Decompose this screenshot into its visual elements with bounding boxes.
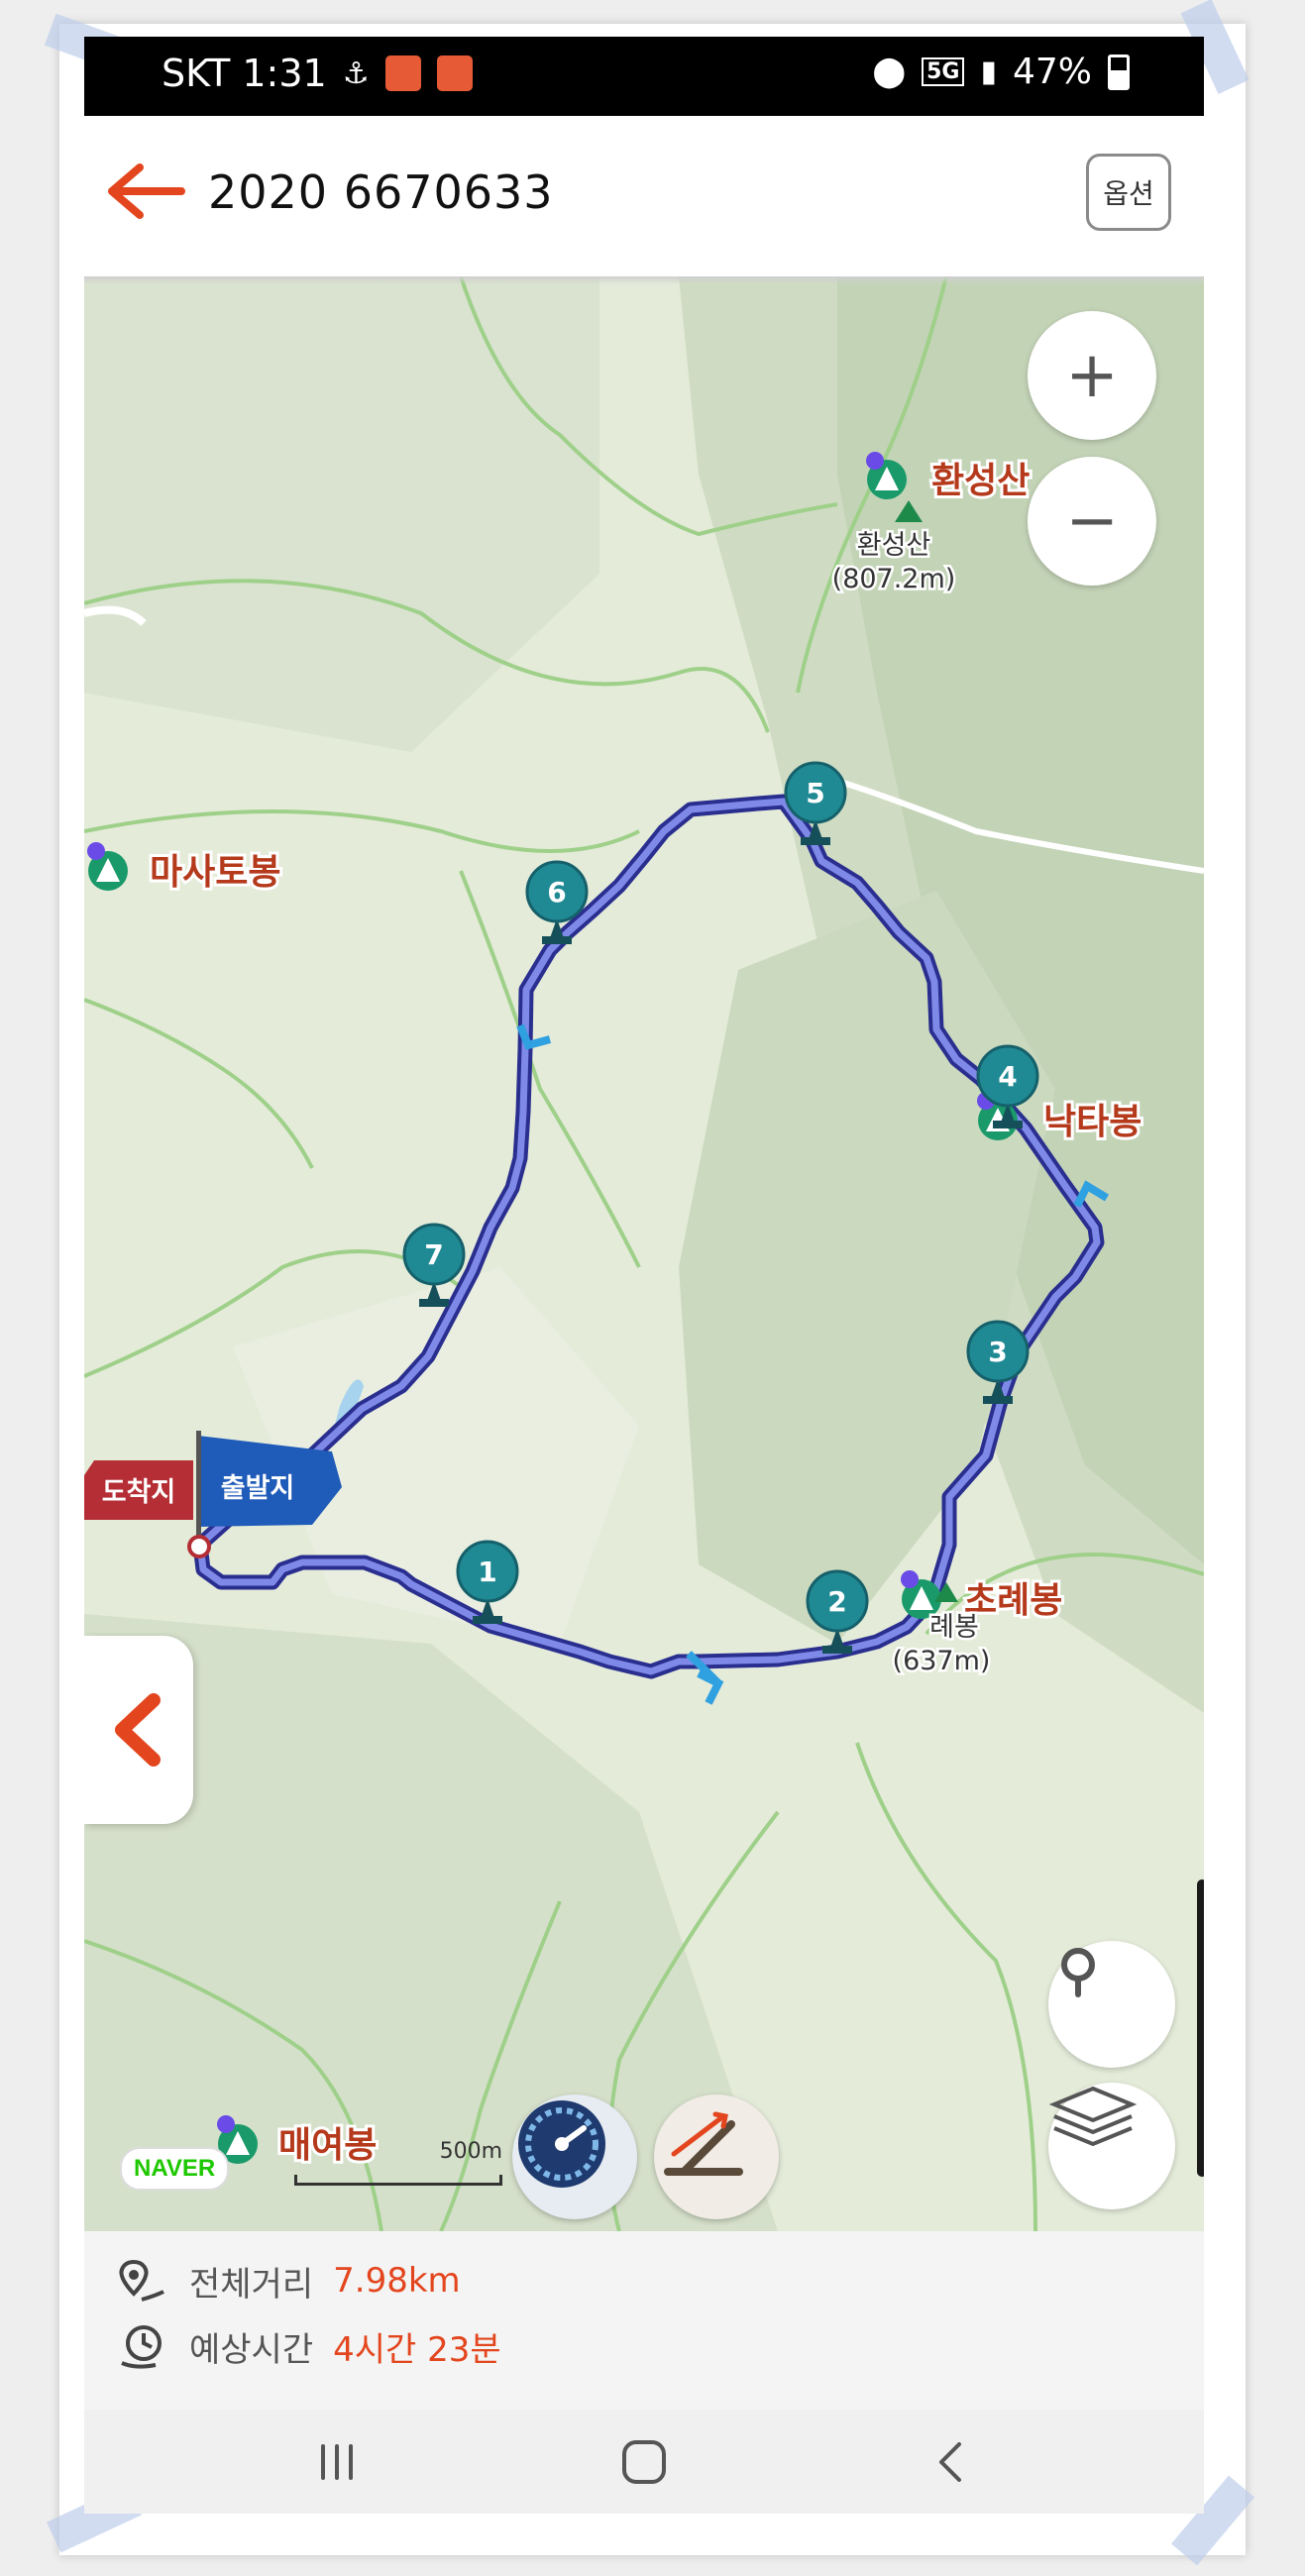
distance-value: 7.98km bbox=[333, 2261, 461, 2301]
time-value: 4시간 23분 bbox=[333, 2329, 501, 2370]
clock-icon bbox=[121, 2325, 162, 2369]
home-icon[interactable] bbox=[614, 2434, 674, 2489]
scale-label: 500m bbox=[439, 2139, 502, 2164]
chevron-left-icon bbox=[115, 1693, 161, 1767]
map-scale: 500m bbox=[294, 2139, 502, 2189]
distance-label: 전체거리 bbox=[189, 2264, 314, 2305]
status-bar: SKT 1:31 ⚓ ⬤ 5G ▮ 47% bbox=[84, 37, 1204, 116]
back-icon[interactable] bbox=[922, 2434, 981, 2489]
zoom-in-button[interactable]: + bbox=[1028, 311, 1156, 440]
battery-icon bbox=[1108, 54, 1130, 90]
network-type: 5G bbox=[922, 57, 965, 86]
back-arrow-icon[interactable] bbox=[106, 161, 185, 221]
app-notification-icon bbox=[436, 55, 473, 91]
appbar-shadow bbox=[84, 276, 1204, 284]
slope-icon bbox=[664, 2111, 743, 2176]
route-summary: 전체거리 7.98km 예상시간 4시간 23분 bbox=[84, 2231, 1204, 2410]
speedometer-icon bbox=[518, 2100, 605, 2188]
layers-icon bbox=[1048, 2086, 1138, 2147]
app-notification-icon bbox=[384, 55, 421, 91]
naver-logo: NAVER bbox=[120, 2147, 230, 2191]
location-pin-icon bbox=[1061, 1948, 1095, 1997]
phone-screen: SKT 1:31 ⚓ ⬤ 5G ▮ 47% 2020 6670633 옵션 환성… bbox=[84, 37, 1204, 2514]
zoom-out-button[interactable]: − bbox=[1028, 457, 1156, 586]
location-status-icon: ⬤ bbox=[872, 54, 907, 89]
side-panel-toggle[interactable] bbox=[84, 1636, 193, 1824]
notification-icon: ⚓ bbox=[342, 55, 370, 91]
page-title: 2020 6670633 bbox=[208, 165, 554, 219]
battery-percent: 47% bbox=[1012, 52, 1092, 92]
route-distance-icon bbox=[119, 2259, 164, 2302]
map-view[interactable]: 환성산 환성산 (807.2m) 마사토봉 낙타봉 초례봉 례봉 (637m) … bbox=[84, 276, 1204, 2231]
options-button[interactable]: 옵션 bbox=[1086, 154, 1171, 231]
map-canvas bbox=[84, 276, 1204, 2231]
system-navigation-bar bbox=[84, 2410, 1204, 2514]
time-row: 예상시간 4시간 23분 bbox=[116, 2318, 501, 2374]
speed-gauge-button[interactable] bbox=[512, 2094, 637, 2219]
app-bar: 2020 6670633 옵션 bbox=[84, 116, 1204, 276]
carrier-time: SKT 1:31 bbox=[162, 52, 327, 95]
my-location-button[interactable] bbox=[1048, 1941, 1175, 2068]
distance-row: 전체거리 7.98km bbox=[116, 2253, 461, 2308]
map-layers-button[interactable] bbox=[1048, 2083, 1175, 2209]
scale-bar bbox=[294, 2175, 502, 2186]
recent-apps-icon[interactable] bbox=[307, 2434, 367, 2489]
slope-button[interactable] bbox=[654, 2094, 779, 2219]
signal-icon: ▮ bbox=[980, 54, 997, 89]
time-label: 예상시간 bbox=[189, 2329, 314, 2370]
scroll-handle[interactable] bbox=[1197, 1879, 1204, 2177]
